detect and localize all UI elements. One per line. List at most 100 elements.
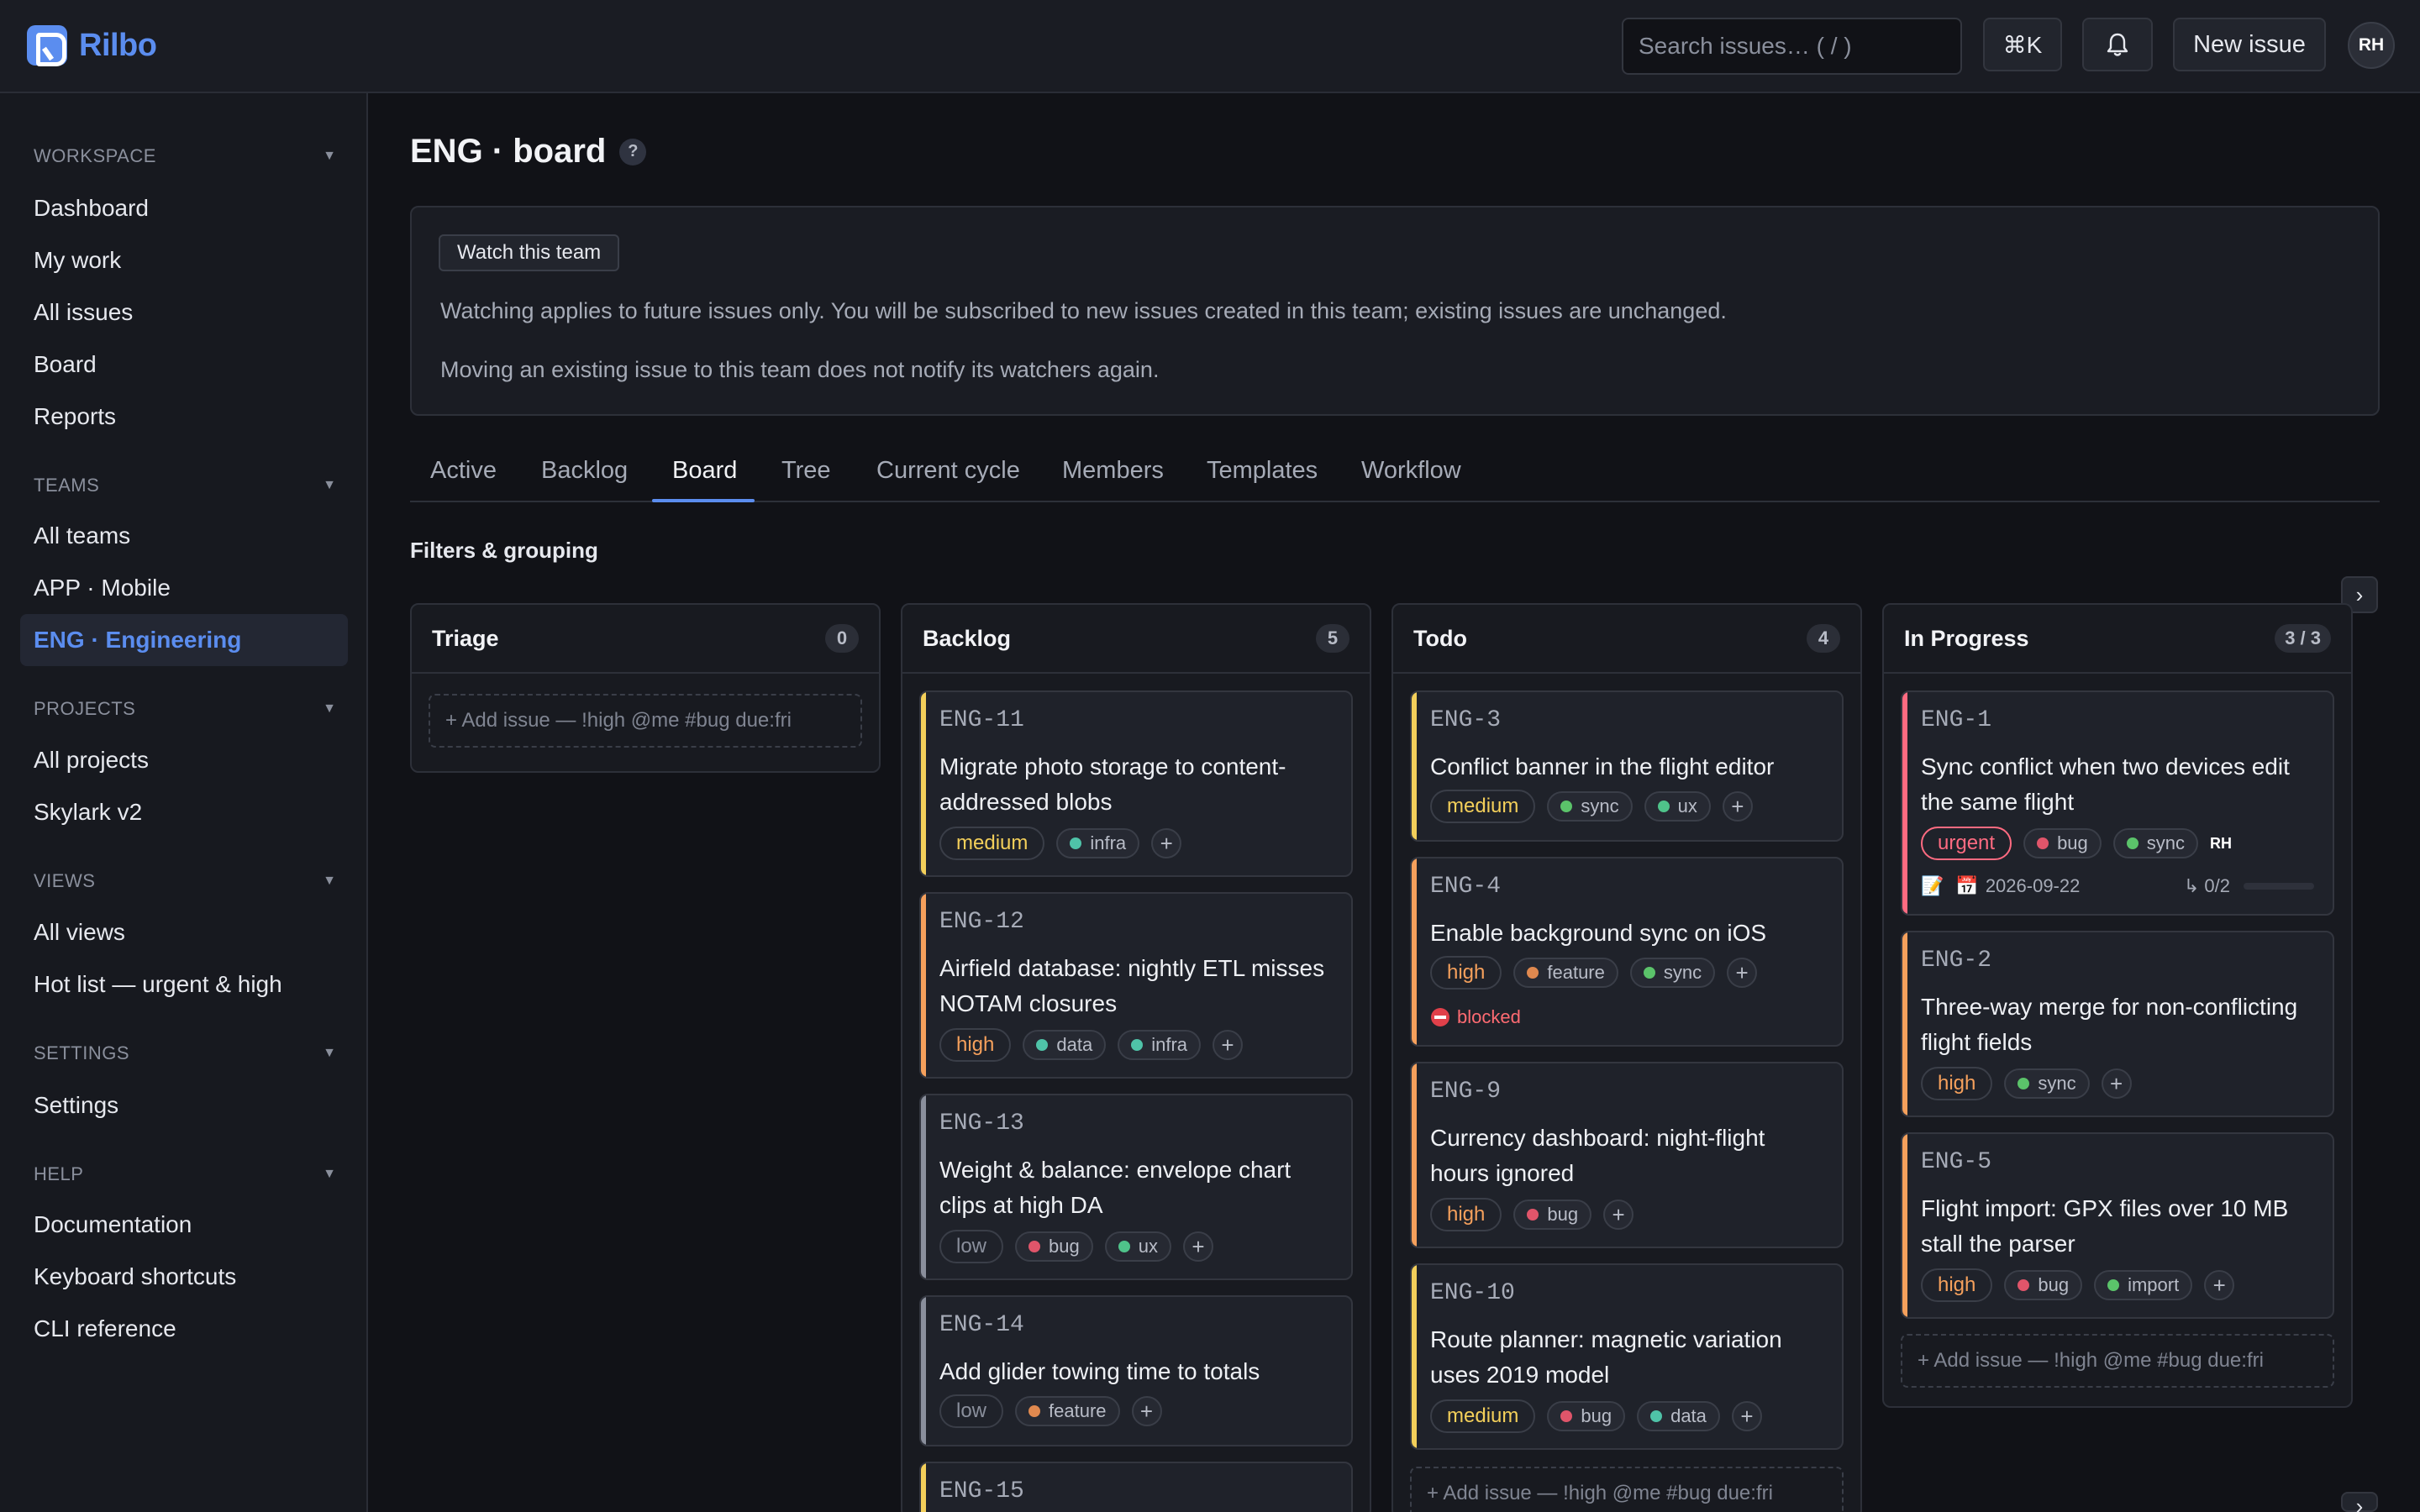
tag-chip[interactable]: import <box>2094 1270 2193 1300</box>
help-icon[interactable]: ? <box>619 138 647 165</box>
tag-chip[interactable]: infra <box>1056 828 1140 858</box>
tag-chip[interactable]: ux <box>1104 1231 1171 1262</box>
priority-chip[interactable]: medium <box>1430 790 1536 823</box>
add-tag-button[interactable]: + <box>1603 1200 1634 1230</box>
add-tag-button[interactable]: + <box>2101 1068 2132 1099</box>
add-tag-button[interactable]: + <box>1731 1401 1762 1431</box>
tag-chip[interactable]: bug <box>2004 1270 2083 1300</box>
sidebar-item-reports[interactable]: Reports <box>34 403 116 430</box>
issue-card-eng-15[interactable]: ENG-15 <box>919 1462 1353 1512</box>
issue-card-eng-12[interactable]: ENG-12 Airfield database: nightly ETL mi… <box>919 892 1353 1079</box>
priority-chip[interactable]: high <box>1430 956 1502 990</box>
issue-card-eng-9[interactable]: ENG-9 Currency dashboard: night-flight h… <box>1410 1062 1844 1248</box>
tag-chip[interactable]: ux <box>1644 791 1711 822</box>
tag-chip[interactable]: data <box>1637 1401 1720 1431</box>
tag-dot <box>1070 837 1082 849</box>
sidebar-item-hot-list[interactable]: Hot list — urgent & high <box>34 971 282 998</box>
sidebar-item-keyboard-shortcuts[interactable]: Keyboard shortcuts <box>34 1263 236 1290</box>
sidebar-item-board[interactable]: Board <box>34 351 97 378</box>
tag-chip[interactable]: feature <box>1513 958 1618 988</box>
issue-id: ENG-1 <box>1921 707 1992 733</box>
add-issue-input[interactable]: + Add issue — !high @me #bug due:fri <box>1901 1334 2334 1388</box>
priority-chip[interactable]: low <box>939 1394 1004 1428</box>
sidebar-item-eng-engineering[interactable]: ENG · Engineering <box>34 627 241 654</box>
priority-chip[interactable]: medium <box>1430 1399 1536 1433</box>
tab-tree[interactable]: Tree <box>781 457 831 485</box>
add-tag-button[interactable]: + <box>1182 1231 1213 1262</box>
tag-chip[interactable]: bug <box>2023 828 2102 858</box>
tag-dot <box>1028 1241 1041 1252</box>
tag-chip[interactable]: sync <box>2112 828 2199 858</box>
tab-templates[interactable]: Templates <box>1207 457 1318 485</box>
tag-chip[interactable]: bug <box>1513 1200 1592 1230</box>
sidebar-section-teams[interactable]: TEAMS ▼ <box>34 475 336 496</box>
new-issue-button[interactable]: New issue <box>2173 18 2326 71</box>
tag-chip[interactable]: bug <box>1015 1231 1093 1262</box>
add-issue-input[interactable]: + Add issue — !high @me #bug due:fri <box>429 694 862 748</box>
sidebar-item-skylark-v2[interactable]: Skylark v2 <box>34 799 142 826</box>
priority-chip[interactable]: high <box>1430 1198 1502 1231</box>
tag-chip[interactable]: sync <box>1629 958 1716 988</box>
priority-chip[interactable]: medium <box>939 827 1045 860</box>
tag-chip[interactable]: sync <box>2004 1068 2090 1099</box>
issue-card-eng-3[interactable]: ENG-3 Conflict banner in the flight edit… <box>1410 690 1844 842</box>
tab-workflow[interactable]: Workflow <box>1361 457 1461 485</box>
add-tag-button[interactable]: + <box>1722 791 1753 822</box>
issue-card-eng-5[interactable]: ENG-5 Flight import: GPX files over 10 M… <box>1901 1132 2334 1319</box>
notifications-button[interactable] <box>2082 18 2153 71</box>
tab-backlog[interactable]: Backlog <box>541 457 628 485</box>
issue-card-eng-10[interactable]: ENG-10 Route planner: magnetic variation… <box>1410 1263 1844 1450</box>
add-tag-button[interactable]: + <box>1151 828 1182 858</box>
add-tag-button[interactable]: + <box>1727 958 1758 988</box>
sidebar-section-projects[interactable]: PROJECTS ▼ <box>34 698 336 720</box>
tab-board[interactable]: Board <box>672 457 737 485</box>
sidebar-item-app-mobile[interactable]: APP · Mobile <box>34 575 171 601</box>
issue-card-eng-2[interactable]: ENG-2 Three-way merge for non-conflictin… <box>1901 931 2334 1117</box>
issue-card-eng-14[interactable]: ENG-14 Add glider towing time to totals … <box>919 1295 1353 1446</box>
add-tag-button[interactable]: + <box>2204 1270 2235 1300</box>
sidebar-item-dashboard[interactable]: Dashboard <box>34 195 149 222</box>
tab-members[interactable]: Members <box>1062 457 1164 485</box>
issue-card-eng-11[interactable]: ENG-11 Migrate photo storage to content-… <box>919 690 1353 877</box>
sidebar-item-all-teams[interactable]: All teams <box>34 522 130 549</box>
board-scroll-right-button-bottom[interactable]: › <box>2341 1492 2378 1512</box>
add-issue-input[interactable]: + Add issue — !high @me #bug due:fri <box>1410 1467 1844 1512</box>
sidebar-item-all-issues[interactable]: All issues <box>34 299 133 326</box>
tag-chip[interactable]: sync <box>1547 791 1633 822</box>
add-tag-button[interactable]: + <box>1213 1030 1243 1060</box>
priority-chip[interactable]: urgent <box>1921 827 2012 860</box>
sidebar-item-all-projects[interactable]: All projects <box>34 747 149 774</box>
add-tag-button[interactable]: + <box>1131 1396 1162 1426</box>
user-avatar[interactable]: RH <box>2348 22 2395 69</box>
sidebar-item-documentation[interactable]: Documentation <box>34 1211 192 1238</box>
priority-chip[interactable]: high <box>939 1028 1012 1062</box>
tab-active[interactable]: Active <box>430 457 497 485</box>
issue-card-eng-4[interactable]: ENG-4 Enable background sync on iOS high… <box>1410 857 1844 1047</box>
tag-label: sync <box>2038 1073 2076 1094</box>
watch-team-button[interactable]: Watch this team <box>439 234 620 271</box>
priority-chip[interactable]: high <box>1921 1067 1993 1100</box>
tag-chip[interactable]: infra <box>1118 1030 1201 1060</box>
tag-chip[interactable]: feature <box>1015 1396 1120 1426</box>
assignee-avatar[interactable]: RH <box>2210 835 2232 853</box>
sidebar-item-all-views[interactable]: All views <box>34 919 125 946</box>
sidebar-section-settings[interactable]: SETTINGS ▼ <box>34 1042 336 1064</box>
tab-current-cycle[interactable]: Current cycle <box>876 457 1020 485</box>
sidebar-item-cli-reference[interactable]: CLI reference <box>34 1315 176 1342</box>
command-palette-button[interactable]: ⌘K <box>1983 18 2062 71</box>
priority-chip[interactable]: high <box>1921 1268 1993 1302</box>
tag-chip[interactable]: data <box>1023 1030 1107 1060</box>
issue-card-eng-1[interactable]: ENG-1 Sync conflict when two devices edi… <box>1901 690 2334 916</box>
app-logo[interactable]: Rilbo <box>27 25 157 66</box>
sidebar-section-views[interactable]: VIEWS ▼ <box>34 870 336 892</box>
filters-grouping-toggle[interactable]: Filters & grouping <box>410 538 598 564</box>
issue-chips: low bug ux + <box>939 1230 1213 1263</box>
issue-card-eng-13[interactable]: ENG-13 Weight & balance: envelope chart … <box>919 1094 1353 1280</box>
tag-chip[interactable]: bug <box>1547 1401 1626 1431</box>
search-input[interactable]: Search issues… ( / ) <box>1622 18 1962 75</box>
priority-chip[interactable]: low <box>939 1230 1004 1263</box>
sidebar-item-my-work[interactable]: My work <box>34 247 121 274</box>
sidebar-item-settings[interactable]: Settings <box>34 1092 118 1119</box>
sidebar-section-workspace[interactable]: WORKSPACE ▼ <box>34 145 336 167</box>
sidebar-section-help[interactable]: HELP ▼ <box>34 1163 336 1185</box>
